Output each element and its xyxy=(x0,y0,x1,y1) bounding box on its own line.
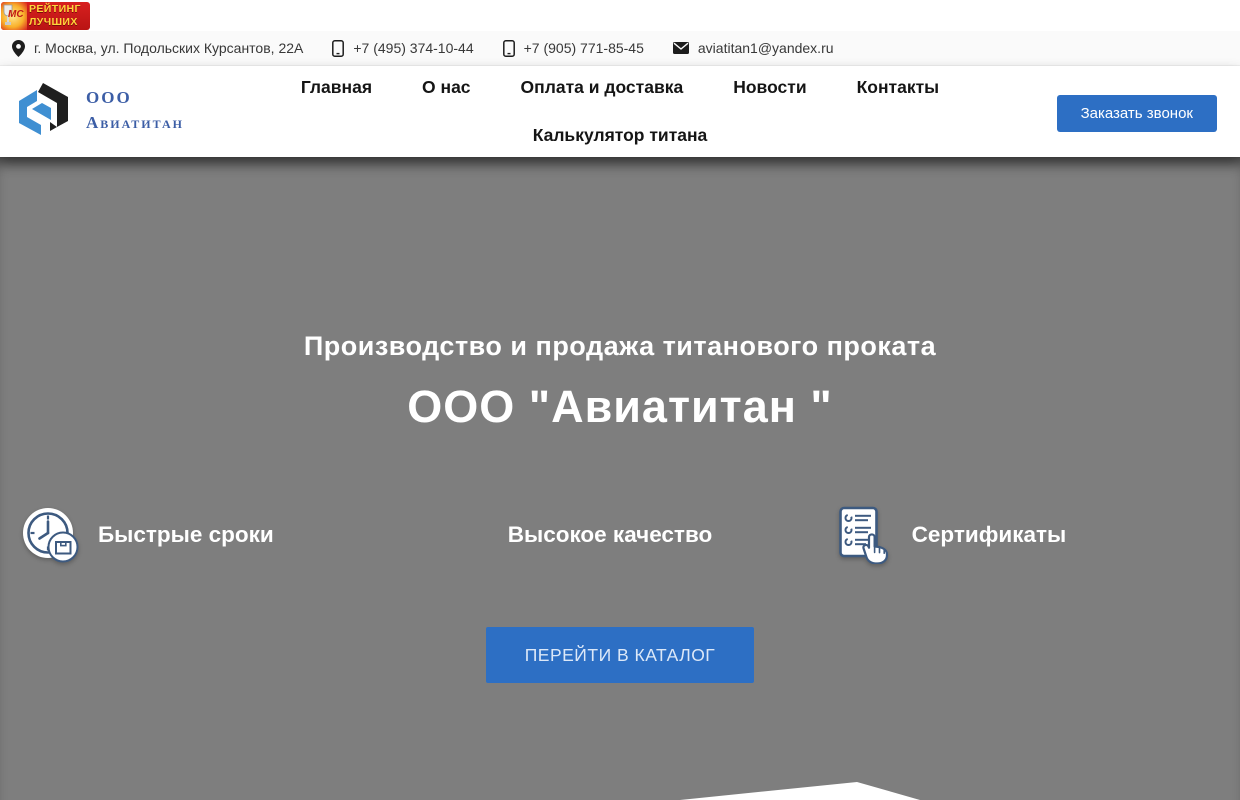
go-to-catalog-button[interactable]: ПЕРЕЙТИ В КАТАЛОГ xyxy=(486,627,754,683)
rating-emblem-text: МС xyxy=(8,10,24,20)
address-text: г. Москва, ул. Подольских Курсантов, 22А xyxy=(34,40,303,56)
nav-item-news[interactable]: Новости xyxy=(733,77,806,98)
contact-bar: г. Москва, ул. Подольских Курсантов, 22А… xyxy=(0,31,1240,66)
feature-label: Сертификаты xyxy=(912,522,1067,548)
phone2-item[interactable]: +7 (905) 771-85-45 xyxy=(503,40,644,57)
main-navigation: Главная О нас Оплата и доставка Новости … xyxy=(301,66,939,157)
features-row: Быстрые сроки Высокое качество Сертифика… xyxy=(0,506,1240,564)
hero-subtitle: Производство и продажа титанового прокат… xyxy=(0,157,1240,363)
site-header: ООО Авиатитан Главная О нас Оплата и дос… xyxy=(0,66,1240,157)
logo-hexagon-icon xyxy=(14,81,72,139)
feature-fast-terms: Быстрые сроки xyxy=(22,506,274,564)
logo-text: ООО Авиатитан xyxy=(86,85,184,136)
nav-item-titanium-calculator[interactable]: Калькулятор титана xyxy=(533,125,708,146)
email-text[interactable]: aviatitan1@yandex.ru xyxy=(698,40,834,56)
request-callback-button[interactable]: Заказать звонок xyxy=(1057,95,1217,132)
mobile-phone-icon xyxy=(332,40,344,57)
nav-item-contacts[interactable]: Контакты xyxy=(857,77,940,98)
rating-best-badge[interactable]: МС РЕЙТИНГ ЛУЧШИХ xyxy=(1,2,90,30)
nav-item-about[interactable]: О нас xyxy=(422,77,471,98)
nav-item-payment-delivery[interactable]: Оплата и доставка xyxy=(521,77,684,98)
phone2-text[interactable]: +7 (905) 771-85-45 xyxy=(524,40,644,56)
mobile-phone-icon xyxy=(503,40,515,57)
clock-package-icon xyxy=(22,506,80,564)
location-pin-icon xyxy=(12,40,25,57)
rating-badge-line1: РЕЙТИНГ xyxy=(29,3,81,16)
nav-row-1: Главная О нас Оплата и доставка Новости … xyxy=(301,77,939,98)
feature-label: Быстрые сроки xyxy=(98,522,274,548)
rating-badge-line2: ЛУЧШИХ xyxy=(29,16,81,29)
top-white-strip: МС РЕЙТИНГ ЛУЧШИХ xyxy=(0,0,1240,31)
company-logo[interactable]: ООО Авиатитан xyxy=(14,81,184,139)
hero-title: ООО "Авиатитан " xyxy=(0,381,1240,433)
feature-label: Высокое качество xyxy=(508,522,713,548)
envelope-icon xyxy=(673,42,689,54)
phone1-item[interactable]: +7 (495) 374-10-44 xyxy=(332,40,473,57)
certificate-hand-icon xyxy=(838,506,890,564)
nav-row-2: Калькулятор титана xyxy=(533,125,708,146)
rating-trophy-icon: МС xyxy=(1,2,27,30)
diagonal-divider-shape xyxy=(0,782,1240,800)
logo-line1: ООО xyxy=(86,85,184,111)
logo-line2: Авиатитан xyxy=(86,110,184,136)
feature-high-quality: Высокое качество xyxy=(508,522,713,548)
phone1-text[interactable]: +7 (495) 374-10-44 xyxy=(353,40,473,56)
nav-item-home[interactable]: Главная xyxy=(301,77,372,98)
feature-certificates: Сертификаты xyxy=(838,506,1067,564)
email-item[interactable]: aviatitan1@yandex.ru xyxy=(673,40,834,56)
address-item: г. Москва, ул. Подольских Курсантов, 22А xyxy=(12,40,303,57)
hero-section: Производство и продажа титанового прокат… xyxy=(0,157,1240,800)
